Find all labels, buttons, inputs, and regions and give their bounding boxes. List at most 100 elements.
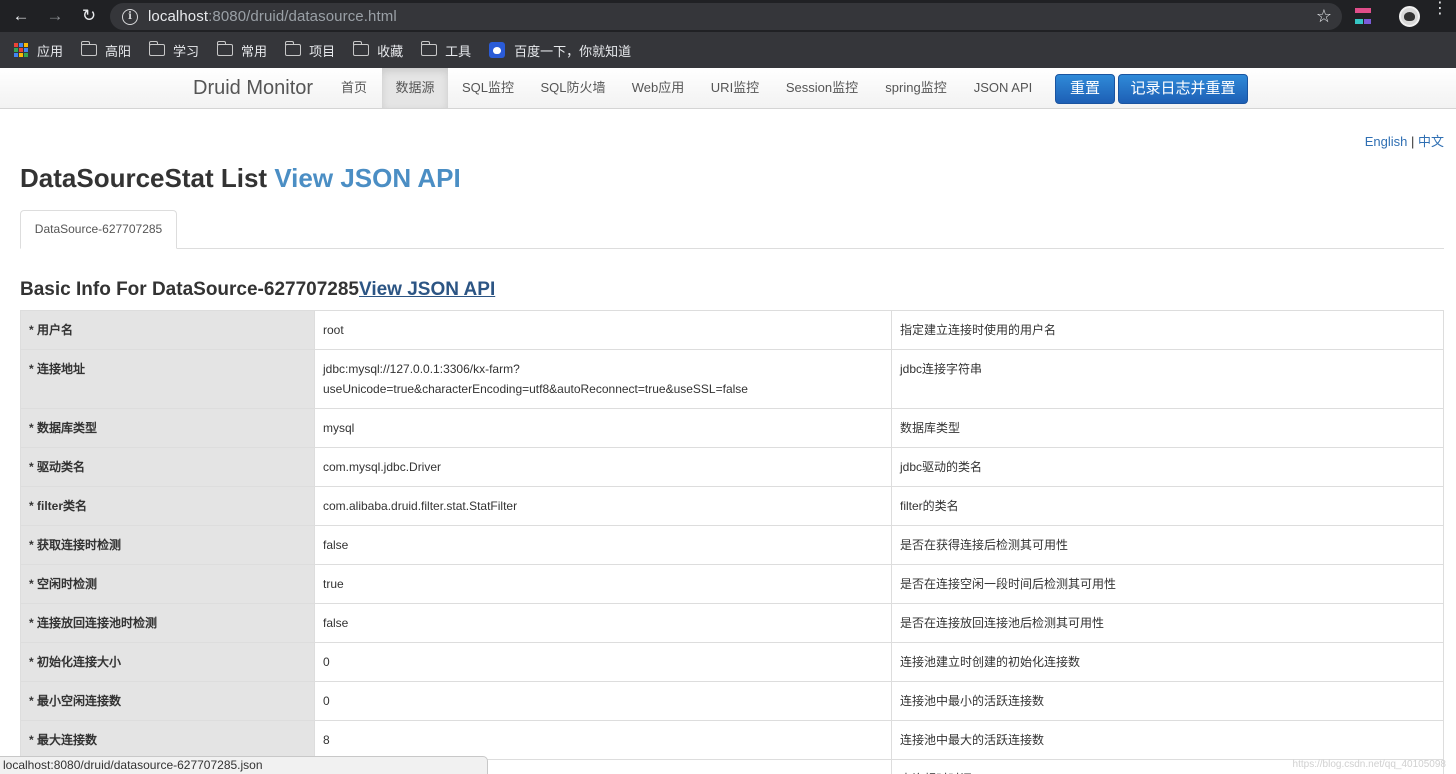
nav-json-api[interactable]: JSON API (964, 68, 1042, 108)
forward-arrow-icon[interactable]: → (38, 0, 72, 32)
baidu-icon (489, 42, 505, 58)
row-value: mysql (315, 409, 892, 448)
back-arrow-icon[interactable]: ← (4, 0, 38, 32)
page-title-text: DataSourceStat List (20, 163, 267, 193)
browser-toolbar: ← → ↻ i localhost:8080/druid/datasource.… (0, 0, 1456, 32)
apps-grid-icon (14, 43, 28, 57)
table-row: * 空闲时检测true是否在连接空闲一段时间后检测其可用性 (21, 565, 1444, 604)
bookmark-label: 高阳 (105, 41, 131, 60)
row-description: 指定建立连接时使用的用户名 (892, 311, 1444, 350)
row-description: jdbc驱动的类名 (892, 448, 1444, 487)
row-label: * 驱动类名 (21, 448, 315, 487)
nav-home[interactable]: 首页 (328, 68, 380, 108)
nav-datasource[interactable]: 数据源 (382, 68, 448, 108)
bookmark-item[interactable]: 项目 (285, 41, 335, 60)
row-label: * 数据库类型 (21, 409, 315, 448)
lang-english-link[interactable]: English (1365, 134, 1408, 149)
bookmark-item[interactable]: 工具 (421, 41, 471, 60)
druid-navbar: Druid Monitor 首页 数据源 SQL监控 SQL防火墙 Web应用 … (0, 68, 1456, 109)
row-label: * 获取连接时检测 (21, 526, 315, 565)
row-value: root (315, 311, 892, 350)
nav-web-app[interactable]: Web应用 (622, 68, 694, 108)
row-description: 连接池中最小的活跃连接数 (892, 682, 1444, 721)
nav-sql-firewall[interactable]: SQL防火墙 (530, 68, 616, 108)
row-description: filter的类名 (892, 487, 1444, 526)
row-description: 是否在连接空闲一段时间后检测其可用性 (892, 565, 1444, 604)
reset-button[interactable]: 重置 (1055, 74, 1115, 104)
site-info-icon[interactable]: i (122, 9, 138, 25)
extension-icon[interactable] (1355, 8, 1371, 24)
folder-icon (149, 44, 165, 56)
row-description: 连接池中最大的活跃连接数 (892, 721, 1444, 760)
table-row: * 最大连接数8连接池中最大的活跃连接数 (21, 721, 1444, 760)
bookmark-label: 收藏 (377, 41, 403, 60)
watermark-text: https://blog.csdn.net/qq_40105098 (1293, 759, 1446, 770)
table-row: * 最小空闲连接数0连接池中最小的活跃连接数 (21, 682, 1444, 721)
folder-icon (285, 44, 301, 56)
bookmark-item[interactable]: 应用 (14, 41, 63, 60)
row-value: 0 (315, 682, 892, 721)
bookmark-star-icon[interactable]: ☆ (1316, 6, 1332, 27)
nav-spring-monitor[interactable]: spring监控 (874, 68, 958, 108)
more-menu-icon[interactable]: ⋮ (1432, 6, 1438, 12)
folder-icon (81, 44, 97, 56)
row-value: true (315, 565, 892, 604)
bookmark-label: 学习 (173, 41, 199, 60)
url-text[interactable]: localhost:8080/druid/datasource.html (148, 8, 397, 25)
profile-avatar[interactable] (1399, 6, 1420, 27)
bookmark-label: 应用 (37, 41, 63, 60)
row-description: jdbc连接字符串 (892, 350, 1444, 409)
row-value: 8 (315, 721, 892, 760)
row-label: * 连接放回连接池时检测 (21, 604, 315, 643)
row-value: com.mysql.jdbc.Driver (315, 448, 892, 487)
bookmark-item[interactable]: 学习 (149, 41, 199, 60)
row-label: * 最小空闲连接数 (21, 682, 315, 721)
tab-datasource[interactable]: DataSource-627707285 (20, 210, 177, 249)
section-json-api-link[interactable]: View JSON API (359, 279, 495, 300)
row-label: * 连接地址 (21, 350, 315, 409)
row-value: jdbc:mysql://127.0.0.1:3306/kx-farm? use… (315, 350, 892, 409)
status-bar-url: localhost:8080/druid/datasource-62770728… (0, 756, 488, 774)
row-value: false (315, 526, 892, 565)
nav-session-monitor[interactable]: Session监控 (776, 68, 868, 108)
lang-chinese-link[interactable]: 中文 (1418, 134, 1444, 149)
bookmark-item[interactable]: 高阳 (81, 41, 131, 60)
table-row: * 用户名root指定建立连接时使用的用户名 (21, 311, 1444, 350)
row-label: * 空闲时检测 (21, 565, 315, 604)
row-value: com.alibaba.druid.filter.stat.StatFilter (315, 487, 892, 526)
row-description: 是否在连接放回连接池后检测其可用性 (892, 604, 1444, 643)
bookmark-item[interactable]: 百度一下，你就知道 (489, 41, 631, 60)
page-title: DataSourceStat List View JSON API (20, 163, 461, 194)
lang-separator: | (1411, 134, 1414, 149)
bookmark-item[interactable]: 常用 (217, 41, 267, 60)
folder-icon (421, 44, 437, 56)
nav-sql-monitor[interactable]: SQL监控 (452, 68, 524, 108)
folder-icon (353, 44, 369, 56)
table-row: * 获取连接时检测false是否在获得连接后检测其可用性 (21, 526, 1444, 565)
table-row: * 驱动类名com.mysql.jdbc.Driverjdbc驱动的类名 (21, 448, 1444, 487)
section-title-text: Basic Info For DataSource-627707285 (20, 279, 359, 300)
folder-icon (217, 44, 233, 56)
row-label: * 用户名 (21, 311, 315, 350)
row-description: 连接池建立时创建的初始化连接数 (892, 643, 1444, 682)
view-json-api-link[interactable]: View JSON API (274, 163, 460, 193)
bookmarks-bar: 应用 高阳 学习常用 项目 收藏 工具百度一下，你就知道 (0, 32, 1456, 68)
bookmark-label: 项目 (309, 41, 335, 60)
row-value: false (315, 604, 892, 643)
log-and-reset-button[interactable]: 记录日志并重置 (1118, 74, 1248, 104)
row-description: 数据库类型 (892, 409, 1444, 448)
bookmark-item[interactable]: 收藏 (353, 41, 403, 60)
address-bar[interactable]: i localhost:8080/druid/datasource.html ☆ (110, 3, 1342, 30)
row-value: 0 (315, 643, 892, 682)
table-row: * 数据库类型mysql数据库类型 (21, 409, 1444, 448)
row-label: * filter类名 (21, 487, 315, 526)
bookmark-label: 工具 (445, 41, 471, 60)
nav-uri-monitor[interactable]: URI监控 (700, 68, 770, 108)
table-row: * 连接地址jdbc:mysql://127.0.0.1:3306/kx-far… (21, 350, 1444, 409)
section-title: Basic Info For DataSource-627707285View … (20, 279, 495, 301)
reload-icon[interactable]: ↻ (72, 0, 106, 32)
row-label: * 最大连接数 (21, 721, 315, 760)
table-row: * 初始化连接大小0连接池建立时创建的初始化连接数 (21, 643, 1444, 682)
table-row: * 连接放回连接池时检测false是否在连接放回连接池后检测其可用性 (21, 604, 1444, 643)
brand-title[interactable]: Druid Monitor (193, 77, 313, 100)
